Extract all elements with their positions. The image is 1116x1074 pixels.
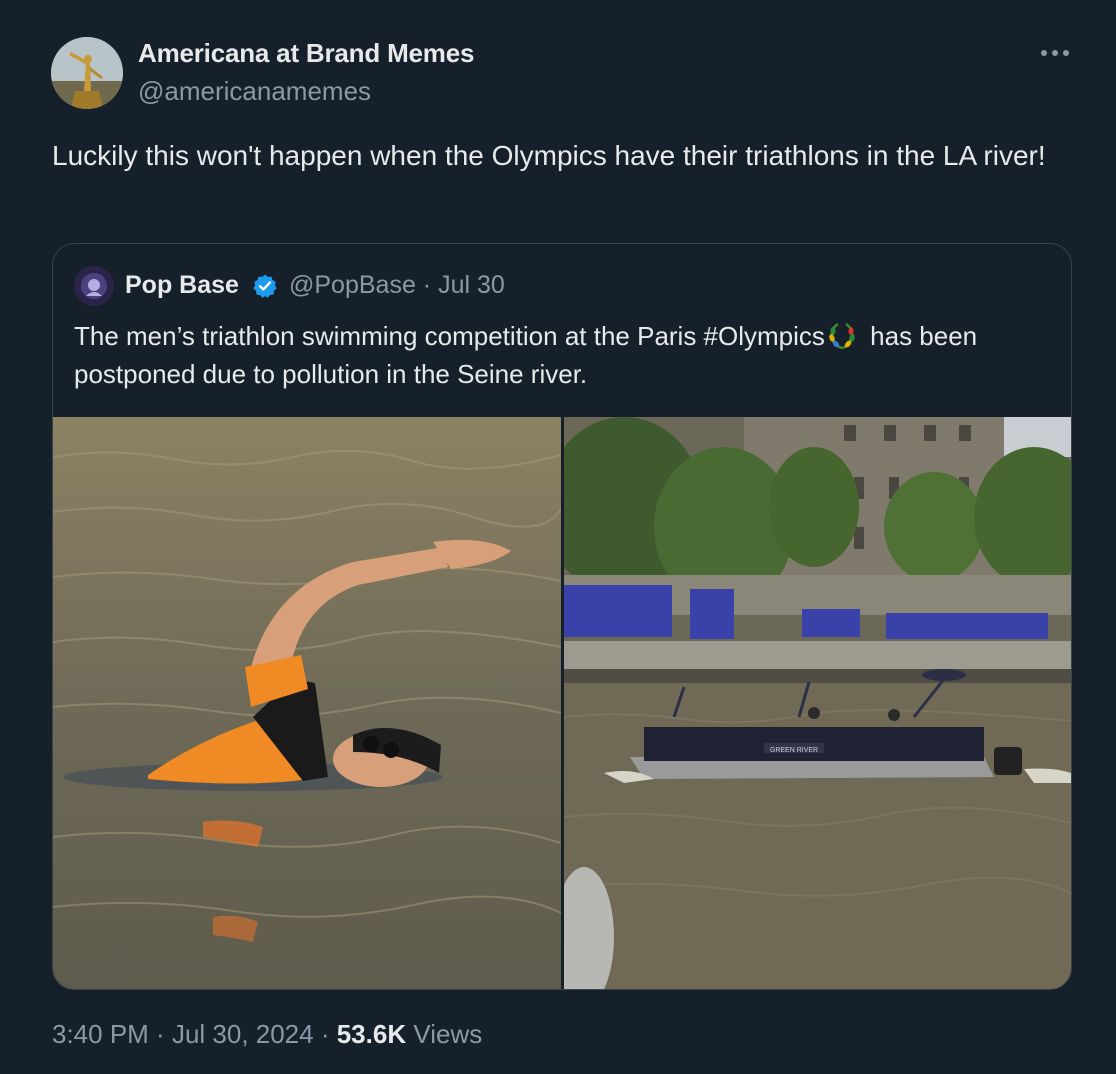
boat-on-seine-image: GREEN RIVER bbox=[564, 417, 1071, 989]
more-options-button[interactable] bbox=[1038, 38, 1072, 68]
boat-name-text: GREEN RIVER bbox=[770, 747, 818, 754]
swimmer-image bbox=[53, 417, 561, 989]
meta-separator: · bbox=[148, 1019, 172, 1049]
quoted-author-avatar[interactable] bbox=[74, 266, 114, 306]
views-label: Views bbox=[413, 1019, 483, 1049]
meta-separator-2: · bbox=[313, 1019, 337, 1049]
quoted-author-display-name[interactable]: Pop Base bbox=[125, 271, 239, 300]
olympic-laurel-icon bbox=[829, 323, 855, 350]
views-count: 53.6K bbox=[336, 1019, 407, 1049]
boat-photo[interactable]: GREEN RIVER bbox=[564, 417, 1071, 989]
date-separator: · bbox=[415, 271, 439, 299]
more-horizontal-icon bbox=[1041, 50, 1069, 56]
quoted-date[interactable]: Jul 30 bbox=[438, 271, 505, 299]
pop-base-logo-image bbox=[74, 266, 114, 306]
tweet-time[interactable]: 3:40 PM bbox=[52, 1019, 149, 1049]
tweet: Americana at Brand Memes @americanamemes… bbox=[0, 0, 1116, 1074]
quoted-tweet[interactable]: Pop Base @PopBase · Jul 30 The men’s tri… bbox=[52, 243, 1072, 990]
quoted-author-handle[interactable]: @PopBase bbox=[289, 271, 416, 299]
author-display-name[interactable]: Americana at Brand Memes bbox=[138, 38, 474, 69]
quoted-handle-and-date[interactable]: @PopBase · Jul 30 bbox=[289, 271, 505, 300]
author-handle[interactable]: @americanamemes bbox=[138, 76, 371, 107]
quoted-text-part-1: The men’s triathlon swimming competition… bbox=[74, 321, 825, 351]
verified-badge-icon bbox=[253, 274, 277, 298]
statue-avatar-image bbox=[51, 37, 123, 109]
tweet-meta: 3:40 PM · Jul 30, 2024 · 53.6K Views bbox=[52, 1019, 482, 1050]
tweet-date[interactable]: Jul 30, 2024 bbox=[172, 1019, 314, 1049]
swimmer-photo[interactable] bbox=[53, 417, 561, 989]
author-avatar[interactable] bbox=[51, 37, 123, 109]
tweet-text: Luckily this won't happen when the Olymp… bbox=[52, 140, 1046, 171]
quoted-media-grid: GREEN RIVER bbox=[53, 417, 1071, 989]
quoted-tweet-text: The men’s triathlon swimming competition… bbox=[74, 317, 1054, 393]
